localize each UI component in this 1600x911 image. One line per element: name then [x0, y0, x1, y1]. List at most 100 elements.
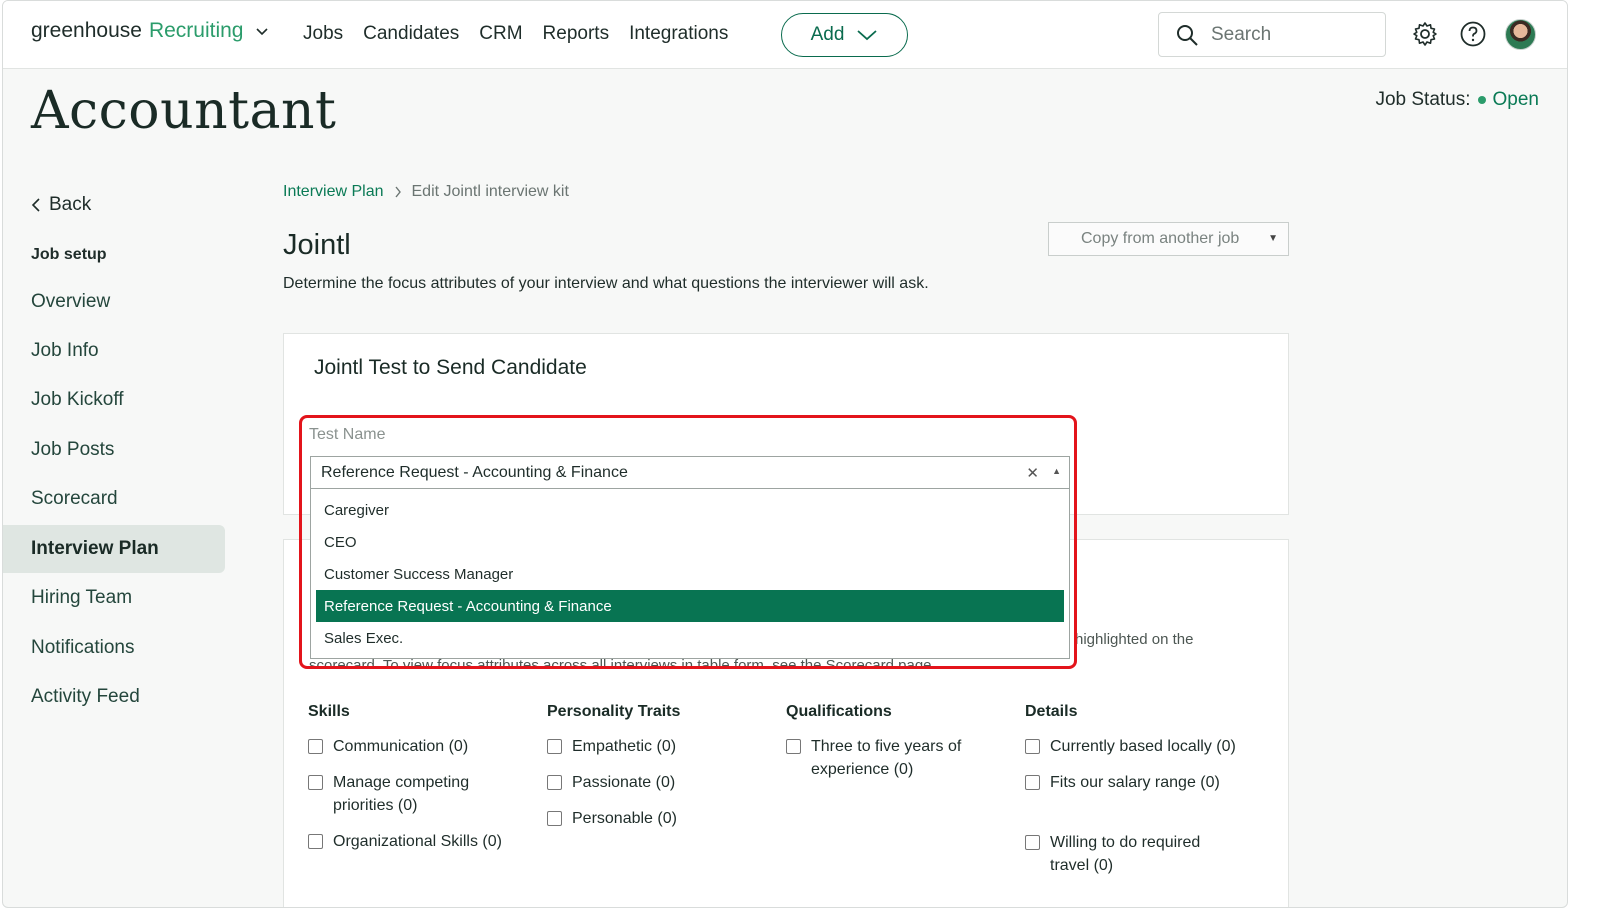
attribute-item: Currently based locally (0): [1025, 735, 1237, 758]
attribute-column-qualifications: Qualifications Three to five years of ex…: [786, 703, 996, 781]
nav-link-integrations[interactable]: Integrations: [629, 23, 728, 45]
dropdown-option[interactable]: Customer Success Manager: [316, 558, 1064, 590]
chevron-down-icon: [857, 30, 878, 41]
sidebar-item-hiring-team[interactable]: Hiring Team: [3, 574, 225, 622]
dropdown-option-selected[interactable]: Reference Request - Accounting & Finance: [316, 590, 1064, 622]
job-status-label: Job Status:: [1375, 89, 1471, 110]
attribute-column-details: Details Currently based locally (0) Fits…: [1025, 703, 1255, 877]
attribute-label: Passionate (0): [572, 774, 676, 791]
copy-select-label: Copy from another job: [1081, 230, 1240, 247]
brand-product: Recruiting: [148, 19, 244, 42]
sidebar-item-job-info[interactable]: Job Info: [3, 327, 225, 375]
back-label: Back: [49, 194, 92, 215]
attribute-checkbox[interactable]: [547, 811, 562, 826]
sidebar-item-job-posts[interactable]: Job Posts: [3, 426, 225, 474]
add-button-label: Add: [810, 24, 845, 45]
nav-link-jobs[interactable]: Jobs: [303, 23, 343, 45]
top-nav: greenhouse Recruiting Jobs Candidates CR…: [3, 1, 1567, 69]
attribute-label: Currently based locally (0): [1050, 738, 1236, 755]
attribute-label: Personable (0): [572, 810, 677, 827]
chevron-right-icon: [394, 186, 401, 198]
sidebar-item-scorecard[interactable]: Scorecard: [3, 475, 225, 523]
sidebar-section-heading: Job setup: [31, 246, 107, 263]
brand-menu[interactable]: greenhouse Recruiting: [31, 19, 269, 43]
attribute-item: Communication (0): [308, 735, 538, 758]
app-window: greenhouse Recruiting Jobs Candidates CR…: [2, 0, 1568, 908]
sidebar-item-overview[interactable]: Overview: [3, 278, 225, 326]
attribute-checkbox[interactable]: [547, 739, 562, 754]
breadcrumb: Interview Plan Edit Jointl interview kit: [283, 183, 569, 201]
attribute-label: Communication (0): [333, 738, 469, 755]
search-input[interactable]: Search: [1158, 12, 1386, 57]
dropdown-option[interactable]: Caregiver: [316, 494, 1064, 526]
attribute-checkbox[interactable]: [1025, 775, 1040, 790]
attribute-item: Personable (0): [547, 807, 777, 830]
dropdown-option[interactable]: Sales Exec.: [316, 622, 1064, 654]
attribute-heading: Personality Traits: [547, 703, 681, 720]
primary-nav: Jobs Candidates CRM Reports Integrations: [303, 23, 728, 45]
sidebar-item-job-kickoff[interactable]: Job Kickoff: [3, 376, 225, 424]
attribute-checkbox[interactable]: [308, 834, 323, 849]
test-name-value: Reference Request - Accounting & Finance: [321, 463, 628, 481]
attribute-checkbox[interactable]: [1025, 835, 1040, 850]
attribute-heading: Details: [1025, 703, 1078, 720]
page-title: Accountant: [31, 81, 337, 141]
back-link[interactable]: Back: [31, 194, 91, 216]
caret-down-icon: ▼: [1268, 233, 1278, 244]
attribute-label: Willing to do required travel (0): [1050, 834, 1201, 874]
add-button[interactable]: Add: [781, 13, 908, 57]
dropdown-option[interactable]: CEO: [316, 526, 1064, 558]
attribute-column-skills: Skills Communication (0) Manage competin…: [308, 703, 538, 853]
attribute-item: Passionate (0): [547, 771, 777, 794]
interview-kit-description: Determine the focus attributes of your i…: [283, 275, 929, 292]
sidebar-item-interview-plan[interactable]: Interview Plan: [3, 525, 225, 573]
attribute-item: Organizational Skills (0): [308, 830, 538, 853]
attribute-heading: Skills: [308, 703, 350, 720]
focus-attributes-info-text: highlighted on the: [1075, 631, 1194, 648]
nav-link-crm[interactable]: CRM: [479, 23, 522, 45]
search-icon: [1177, 24, 1198, 46]
help-icon[interactable]: [1459, 20, 1487, 48]
attribute-column-personality: Personality Traits Empathetic (0) Passio…: [547, 703, 777, 830]
chevron-left-icon: [31, 198, 40, 212]
breadcrumb-link[interactable]: Interview Plan: [283, 183, 384, 201]
attribute-checkbox[interactable]: [547, 775, 562, 790]
copy-from-job-select[interactable]: Copy from another job ▼: [1048, 222, 1289, 256]
screen: greenhouse Recruiting Jobs Candidates CR…: [0, 0, 1600, 911]
attribute-item: Empathetic (0): [547, 735, 777, 758]
attribute-item: Fits our salary range (0): [1025, 771, 1255, 794]
test-card-title: Jointl Test to Send Candidate: [314, 356, 587, 379]
status-dot-icon: [1477, 96, 1486, 104]
caret-up-icon[interactable]: ▲: [1052, 466, 1061, 476]
search-placeholder: Search: [1211, 23, 1272, 45]
attribute-label: Three to five years of experience (0): [811, 738, 962, 778]
nav-link-reports[interactable]: Reports: [543, 23, 610, 45]
attribute-label: Organizational Skills (0): [333, 833, 502, 850]
breadcrumb-current: Edit Jointl interview kit: [411, 183, 569, 200]
attribute-checkbox[interactable]: [786, 739, 801, 754]
sidebar-item-notifications[interactable]: Notifications: [3, 624, 225, 672]
attribute-item: Three to five years of experience (0): [786, 735, 986, 781]
clear-icon[interactable]: ✕: [1026, 464, 1039, 482]
sidebar-item-activity-feed[interactable]: Activity Feed: [3, 673, 225, 721]
chevron-down-icon: [256, 28, 269, 36]
attribute-checkbox[interactable]: [308, 739, 323, 754]
attribute-item: Willing to do required travel (0): [1025, 831, 1225, 877]
attribute-label: Fits our salary range (0): [1050, 774, 1220, 791]
attribute-item: Manage competing priorities (0): [308, 771, 498, 817]
attribute-label: Manage competing priorities (0): [333, 774, 470, 814]
gear-icon[interactable]: [1411, 20, 1439, 48]
attribute-checkbox[interactable]: [1025, 739, 1040, 754]
attribute-checkbox[interactable]: [308, 775, 323, 790]
nav-link-candidates[interactable]: Candidates: [363, 23, 459, 45]
interview-kit-heading: Jointl: [283, 229, 351, 261]
job-status: Job Status: Open: [1375, 89, 1539, 111]
test-name-dropdown: Caregiver CEO Customer Success Manager R…: [310, 489, 1070, 659]
attribute-label: Empathetic (0): [572, 738, 677, 755]
job-status-value[interactable]: Open: [1493, 89, 1539, 111]
brand-name: greenhouse: [31, 19, 142, 42]
test-name-label: Test Name: [309, 426, 386, 443]
test-name-select[interactable]: Reference Request - Accounting & Finance…: [310, 456, 1070, 489]
user-avatar[interactable]: [1505, 19, 1536, 50]
attribute-heading: Qualifications: [786, 703, 892, 720]
